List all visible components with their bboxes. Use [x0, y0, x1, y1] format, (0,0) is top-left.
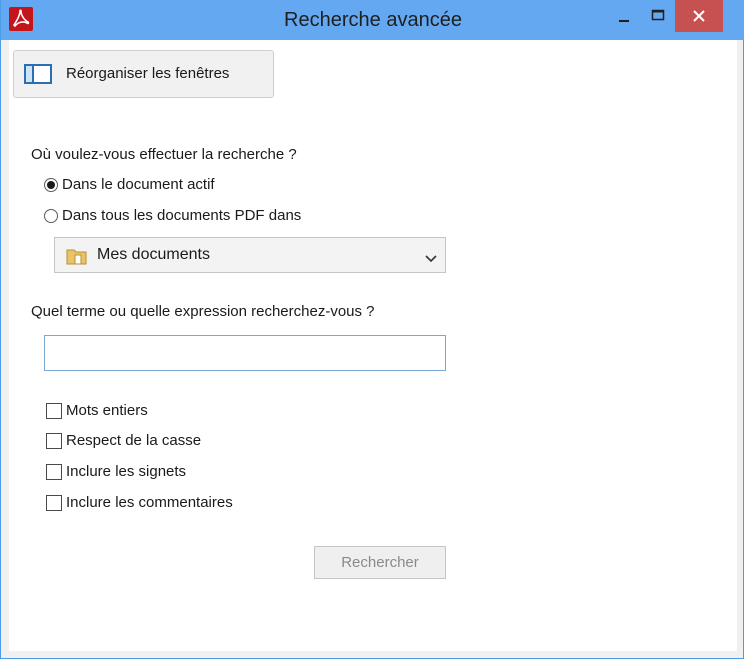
radio-label: Dans le document actif — [62, 176, 215, 193]
checkbox-label: Mots entiers — [66, 402, 148, 419]
checkbox-label: Respect de la casse — [66, 432, 202, 449]
location-dropdown[interactable]: Mes documents — [54, 237, 446, 273]
search-window: Recherche avancée Réorganiser les fenêtr… — [0, 0, 744, 659]
checkbox-label: Inclure les signets — [66, 463, 187, 480]
option-include-bookmarks[interactable]: Inclure les signets — [46, 463, 186, 480]
scope-question: Où voulez-vous effectuer la recherche ? — [31, 146, 297, 163]
checkbox[interactable] — [46, 494, 62, 511]
chevron-down-icon — [425, 250, 437, 267]
close-button[interactable] — [675, 0, 723, 32]
checkbox[interactable] — [46, 463, 62, 480]
radio-all-pdfs[interactable]: Dans tous les documents PDF dans — [44, 207, 301, 224]
radio-label: Dans tous les documents PDF dans — [62, 207, 302, 224]
option-whole-words[interactable]: Mots entiers — [46, 402, 148, 419]
radio-button[interactable] — [44, 208, 58, 223]
minimize-button[interactable] — [607, 0, 641, 32]
arrange-windows-icon — [24, 64, 52, 88]
option-include-comments[interactable]: Inclure les commentaires — [46, 494, 233, 511]
title-bar[interactable]: Recherche avancée — [1, 0, 744, 40]
search-button[interactable]: Rechercher — [314, 546, 446, 579]
checkbox-label: Inclure les commentaires — [66, 494, 233, 511]
option-match-case[interactable]: Respect de la casse — [46, 432, 201, 449]
checkbox[interactable] — [46, 432, 62, 449]
arrange-windows-button[interactable]: Réorganiser les fenêtres — [13, 50, 274, 98]
search-term-input[interactable] — [44, 335, 446, 371]
arrange-windows-label: Réorganiser les fenêtres — [66, 65, 230, 82]
radio-button[interactable] — [44, 177, 58, 192]
dialog-body: Réorganiser les fenêtres Où voulez-vous … — [9, 40, 737, 651]
folder-icon — [66, 246, 88, 270]
term-question: Quel terme ou quelle expression recherch… — [31, 303, 375, 320]
location-value: Mes documents — [97, 246, 210, 263]
checkbox[interactable] — [46, 402, 62, 419]
radio-active-document[interactable]: Dans le document actif — [44, 176, 215, 193]
maximize-button[interactable] — [641, 0, 675, 32]
